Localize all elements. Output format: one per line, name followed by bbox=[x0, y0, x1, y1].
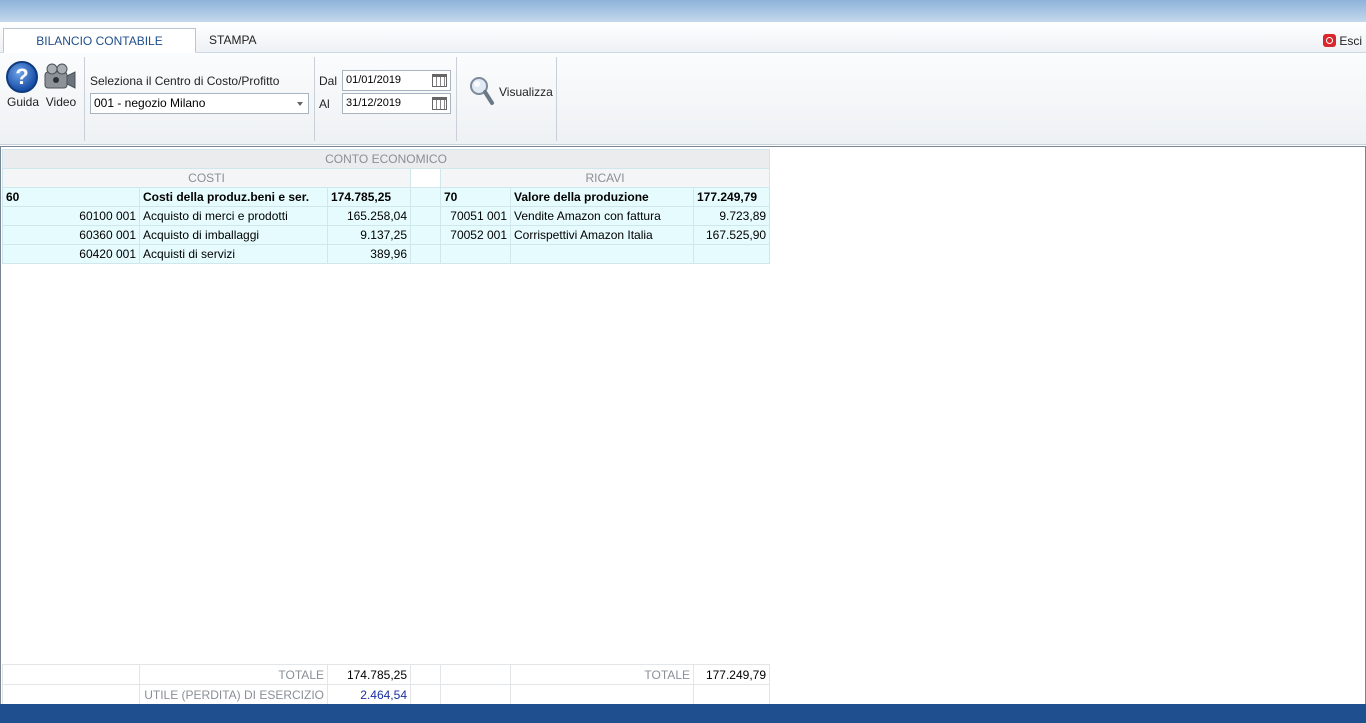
cost-description: Acquisti di servizi bbox=[139, 244, 328, 264]
empty-cell bbox=[693, 684, 770, 705]
help-label: Guida bbox=[6, 95, 40, 109]
al-label: Al bbox=[319, 97, 330, 111]
totale-ricavi-label: TOTALE bbox=[510, 664, 694, 685]
dal-label: Dal bbox=[319, 74, 338, 88]
table-row[interactable]: 60100 001 Acquisto di merci e prodotti 1… bbox=[2, 206, 771, 226]
totale-costi-label: TOTALE bbox=[139, 664, 328, 685]
calendar-icon[interactable] bbox=[432, 97, 447, 110]
magnifier-icon bbox=[470, 77, 494, 105]
toolbar-separator bbox=[556, 57, 557, 141]
al-date-value: 31/12/2019 bbox=[346, 97, 402, 109]
spacer-cell bbox=[410, 187, 441, 207]
toolbar-separator bbox=[84, 57, 85, 141]
revenue-code: 70052 001 bbox=[440, 225, 511, 245]
empty-cell bbox=[2, 684, 140, 705]
table-row[interactable]: 60420 001 Acquisti di servizi 389,96 bbox=[2, 244, 771, 264]
cost-code: 60 bbox=[2, 187, 140, 207]
exit-label: Esci bbox=[1339, 34, 1362, 48]
cost-description: Costi della produz.beni e ser. bbox=[139, 187, 328, 207]
empty-cell bbox=[510, 684, 694, 705]
revenue-code: 70 bbox=[440, 187, 511, 207]
toolbar-separator bbox=[456, 57, 457, 141]
cost-code: 60100 001 bbox=[2, 206, 140, 226]
tab-stampa[interactable]: STAMPA bbox=[197, 28, 267, 53]
revenue-description: Vendite Amazon con fattura bbox=[510, 206, 694, 226]
spacer-cell bbox=[410, 225, 441, 245]
empty-cell bbox=[440, 664, 511, 685]
chevron-down-icon bbox=[297, 102, 303, 106]
toolbar-separator bbox=[314, 57, 315, 141]
video-button[interactable]: Video bbox=[42, 61, 80, 109]
totale-costi-value: 174.785,25 bbox=[327, 664, 411, 685]
power-icon bbox=[1323, 34, 1337, 47]
al-date-input[interactable]: 31/12/2019 bbox=[342, 93, 451, 114]
revenue-code: 70051 001 bbox=[440, 206, 511, 226]
calendar-icon[interactable] bbox=[432, 74, 447, 87]
spacer-cell bbox=[410, 206, 441, 226]
cost-description: Acquisto di imballaggi bbox=[139, 225, 328, 245]
spacer-cell bbox=[410, 664, 441, 685]
revenue-description: Valore della produzione bbox=[510, 187, 694, 207]
cost-description: Acquisto di merci e prodotti bbox=[139, 206, 328, 226]
totale-ricavi-value: 177.249,79 bbox=[693, 664, 770, 685]
conto-economico-title: CONTO ECONOMICO bbox=[1, 149, 771, 169]
table-row[interactable]: 60360 001 Acquisto di imballaggi 9.137,2… bbox=[2, 225, 771, 245]
empty-cell bbox=[440, 684, 511, 705]
table-group-row: COSTI RICAVI bbox=[2, 168, 771, 188]
centro-select-label: Seleziona il Centro di Costo/Profitto bbox=[90, 74, 280, 88]
revenue-description bbox=[510, 244, 694, 264]
costi-header: COSTI bbox=[2, 168, 411, 188]
help-button[interactable]: ? Guida bbox=[4, 61, 42, 109]
revenue-amount bbox=[692, 244, 771, 264]
conto-economico-table: CONTO ECONOMICO COSTI RICAVI 60 Costi de… bbox=[1, 149, 771, 264]
visualizza-label: Visualizza bbox=[499, 85, 553, 99]
centro-select[interactable]: 001 - negozio Milano bbox=[90, 93, 309, 114]
cost-amount: 389,96 bbox=[327, 244, 411, 264]
cost-amount: 165.258,04 bbox=[327, 206, 411, 226]
help-icon: ? bbox=[6, 61, 38, 93]
cost-code: 60360 001 bbox=[2, 225, 140, 245]
centro-select-value: 001 - negozio Milano bbox=[94, 96, 206, 110]
utile-row: UTILE (PERDITA) DI ESERCIZIO 2.464,54 bbox=[2, 684, 770, 705]
status-bar bbox=[0, 704, 1366, 723]
spacer-cell bbox=[410, 244, 441, 264]
video-camera-icon bbox=[44, 63, 76, 89]
revenue-description: Corrispettivi Amazon Italia bbox=[510, 225, 694, 245]
visualizza-button[interactable]: Visualizza bbox=[467, 74, 553, 108]
revenue-amount: 9.723,89 bbox=[692, 206, 771, 226]
cost-code: 60420 001 bbox=[2, 244, 140, 264]
spacer-cell bbox=[410, 168, 441, 188]
tab-bilancio-contabile-centro[interactable]: BILANCIO CONTABILE CENTRO bbox=[3, 28, 196, 72]
table-title-row: CONTO ECONOMICO bbox=[1, 149, 771, 169]
ricavi-header: RICAVI bbox=[439, 168, 771, 188]
spacer-cell bbox=[410, 684, 441, 705]
revenue-code bbox=[440, 244, 511, 264]
utile-label: UTILE (PERDITA) DI ESERCIZIO bbox=[139, 684, 328, 705]
totals-table: TOTALE 174.785,25 TOTALE 177.249,79 UTIL… bbox=[2, 664, 770, 705]
cost-amount: 174.785,25 bbox=[327, 187, 411, 207]
revenue-amount: 167.525,90 bbox=[692, 225, 771, 245]
totals-row: TOTALE 174.785,25 TOTALE 177.249,79 bbox=[2, 664, 770, 685]
tab-strip: BILANCIO CONTABILE CENTRO STAMPA bbox=[0, 22, 1366, 72]
revenue-amount: 177.249,79 bbox=[692, 187, 771, 207]
window-title-bar bbox=[0, 0, 1366, 22]
utile-value: 2.464,54 bbox=[327, 684, 411, 705]
dal-date-input[interactable]: 01/01/2019 bbox=[342, 70, 451, 91]
dal-date-value: 01/01/2019 bbox=[346, 74, 402, 86]
cost-amount: 9.137,25 bbox=[327, 225, 411, 245]
empty-cell bbox=[2, 664, 140, 685]
report-panel: CONTO ECONOMICO COSTI RICAVI 60 Costi de… bbox=[0, 146, 1366, 705]
video-label: Video bbox=[45, 95, 77, 109]
table-row[interactable]: 60 Costi della produz.beni e ser. 174.78… bbox=[2, 187, 771, 207]
exit-button[interactable]: Esci bbox=[1323, 33, 1362, 49]
